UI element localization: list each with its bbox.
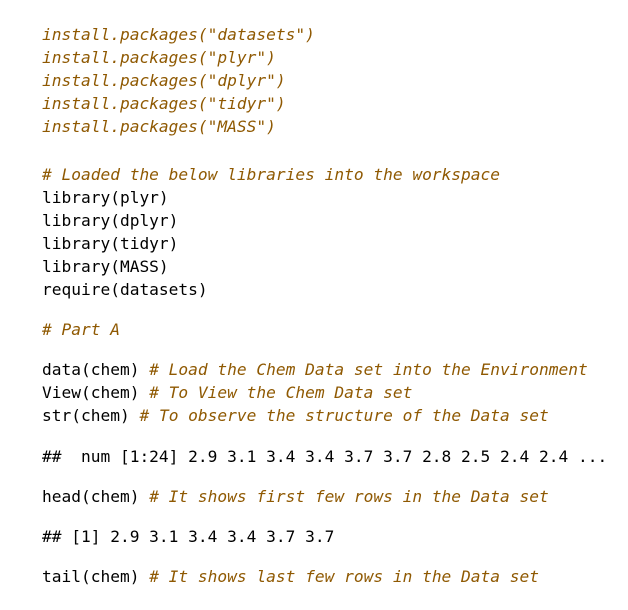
code-line-install-dplyr: install.packages("dplyr")	[3, 48, 286, 90]
code-text: str(chem)	[41, 406, 140, 425]
output-line-head: ## [1] 2.9 3.1 3.4 3.4 3.7 3.7	[3, 504, 334, 546]
code-line-require-datasets: require(datasets)	[3, 257, 208, 299]
code-line-comment-part-a: # Part A	[3, 297, 120, 339]
code-line-comment-libraries: # Loaded the below libraries into the wo…	[3, 142, 500, 184]
code-line-tail-chem: tail(chem) # It shows last few rows in t…	[3, 544, 539, 586]
code-line-str-chem: str(chem) # To observe the structure of …	[3, 383, 549, 425]
code-line-library-dplyr: library(dplyr)	[3, 188, 178, 230]
code-line-library-tidyr: library(tidyr)	[3, 211, 178, 253]
code-line-library-mass: library(MASS)	[3, 234, 169, 276]
output-line-str: ## num [1:24] 2.9 3.1 3.4 3.4 3.7 3.7 2.…	[3, 424, 607, 466]
code-line-install-datasets: install.packages("datasets")	[3, 2, 315, 44]
code-line-view-chem: View(chem) # To View the Chem Data set	[3, 360, 412, 402]
code-line-install-plyr: install.packages("plyr")	[3, 25, 276, 67]
code-line-head-chem: head(chem) # It shows first few rows in …	[3, 464, 549, 506]
comment-text: # To observe the structure of the Data s…	[139, 406, 549, 425]
code-line-install-mass: install.packages("MASS")	[3, 94, 276, 136]
comment-text: # It shows last few rows in the Data set	[149, 567, 540, 586]
code-text: install.packages("MASS")	[41, 117, 276, 136]
code-text: tail(chem)	[41, 567, 150, 586]
code-line-data-chem: data(chem) # Load the Chem Data set into…	[3, 337, 588, 379]
code-line-library-plyr: library(plyr)	[3, 165, 169, 207]
code-line-install-tidyr: install.packages("tidyr")	[3, 71, 286, 113]
